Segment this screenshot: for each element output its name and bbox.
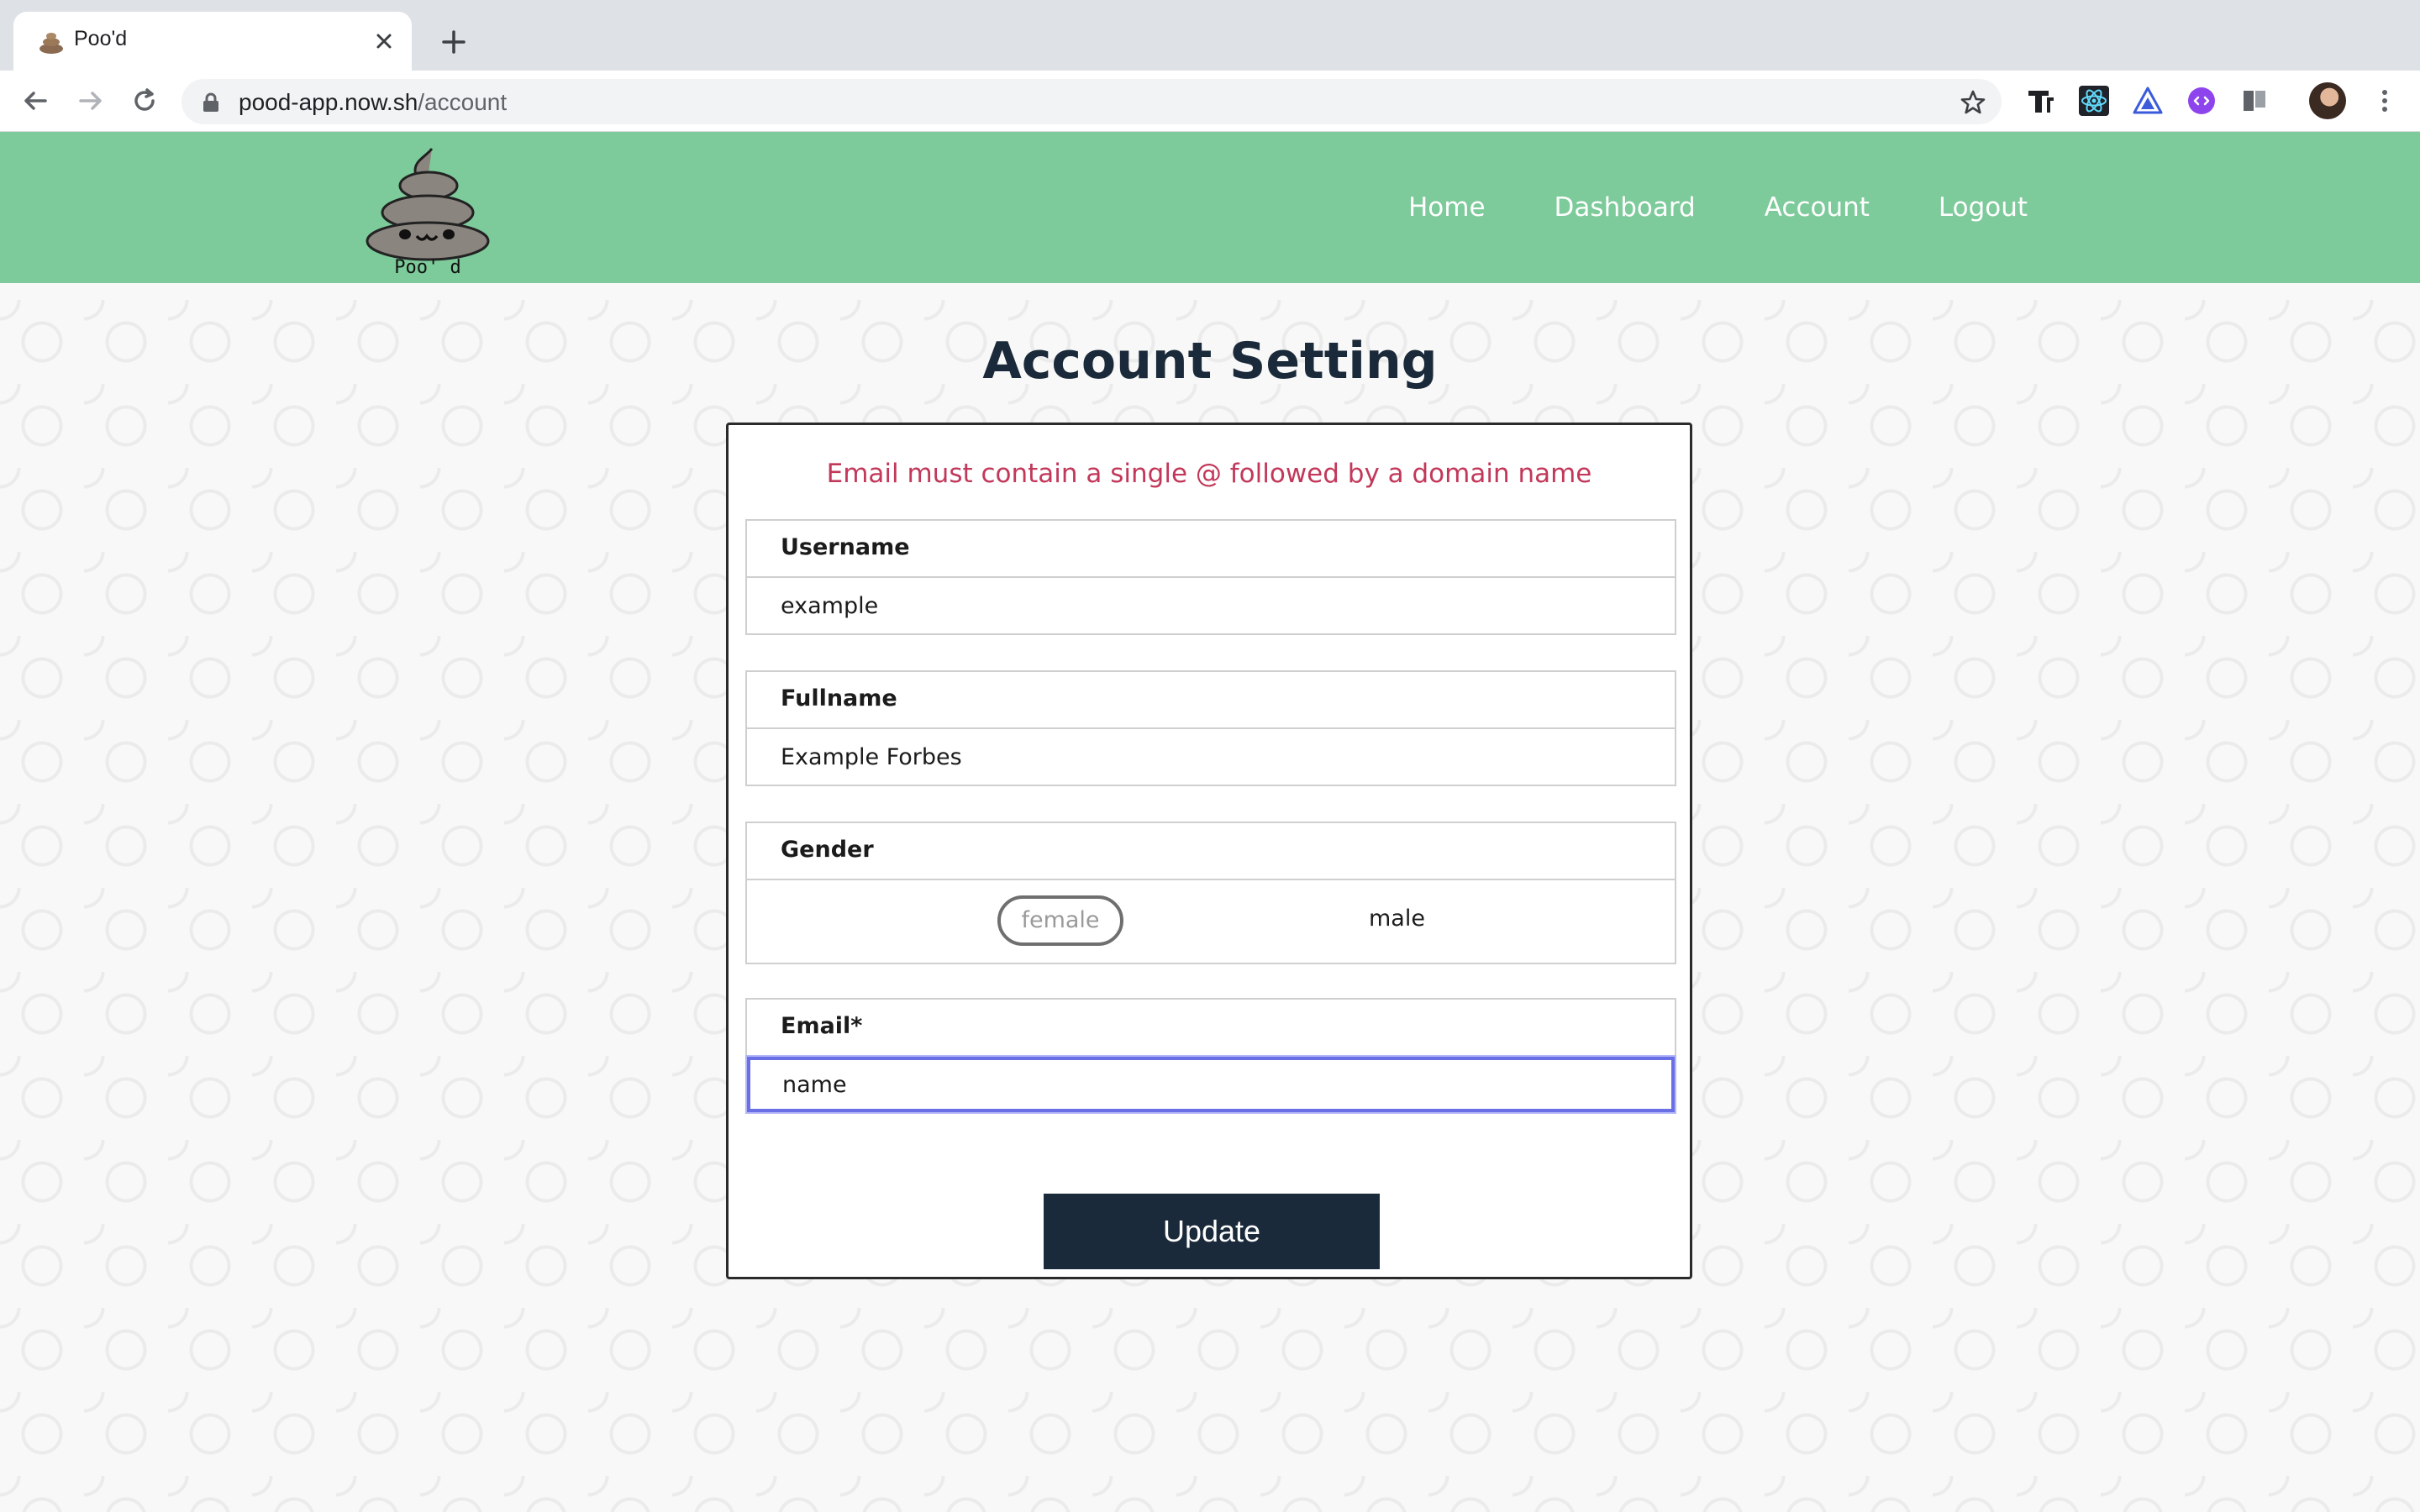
fullname-input[interactable] xyxy=(747,729,1675,785)
username-field-group: Username xyxy=(745,519,1676,635)
gender-options: female male xyxy=(747,880,1675,963)
account-settings-form: Email must contain a single @ followed b… xyxy=(726,423,1692,1279)
profile-avatar[interactable] xyxy=(2309,82,2346,119)
address-bar[interactable]: pood-app.now.sh/account xyxy=(182,79,2002,124)
browser-tab-strip: Poo'd xyxy=(0,0,2420,71)
fullname-label: Fullname xyxy=(747,672,1675,729)
update-button[interactable]: Update xyxy=(1044,1194,1380,1269)
browser-tab[interactable]: Poo'd xyxy=(13,12,412,71)
purple-extension-icon[interactable] xyxy=(2185,84,2218,118)
url-text: pood-app.now.sh/account xyxy=(239,89,507,116)
gender-label: Gender xyxy=(747,823,1675,880)
url-host: pood-app.now.sh xyxy=(239,89,418,115)
fullname-field-group: Fullname xyxy=(745,670,1676,786)
back-arrow-icon[interactable] xyxy=(20,86,50,116)
logo-text: Poo' d xyxy=(394,257,460,276)
panel-extension-icon[interactable] xyxy=(2238,84,2272,118)
nav-account[interactable]: Account xyxy=(1765,192,1870,223)
username-label: Username xyxy=(747,521,1675,578)
reload-icon[interactable] xyxy=(129,86,160,116)
text-extension-icon[interactable] xyxy=(2023,84,2057,118)
email-label: Email* xyxy=(747,1000,1675,1057)
gender-option-female[interactable]: female xyxy=(997,895,1123,946)
react-devtools-icon[interactable] xyxy=(2077,84,2111,118)
nav-home[interactable]: Home xyxy=(1408,192,1486,223)
poop-logo-icon[interactable]: Poo' d xyxy=(365,142,491,276)
browser-toolbar: pood-app.now.sh/account xyxy=(0,71,2420,132)
email-input[interactable] xyxy=(747,1057,1675,1112)
gender-option-male[interactable]: male xyxy=(1369,906,1425,932)
forward-arrow-icon[interactable] xyxy=(76,86,106,116)
email-error-message: Email must contain a single @ followed b… xyxy=(826,459,1592,489)
main-nav: Home Dashboard Account Logout xyxy=(1408,132,2028,283)
menu-kebab-icon[interactable] xyxy=(2370,86,2400,116)
close-tab-icon[interactable] xyxy=(371,29,397,54)
url-path: /account xyxy=(418,89,508,115)
nav-logout[interactable]: Logout xyxy=(1939,192,2028,223)
gender-field-group: Gender female male xyxy=(745,822,1676,964)
page-title: Account Setting xyxy=(982,332,1438,391)
lock-icon xyxy=(203,92,218,112)
nav-dashboard[interactable]: Dashboard xyxy=(1555,192,1696,223)
poop-favicon-icon xyxy=(39,33,63,54)
email-field-group: Email* xyxy=(745,998,1676,1114)
username-input[interactable] xyxy=(747,578,1675,633)
triangle-extension-icon[interactable] xyxy=(2131,84,2165,118)
bookmark-star-icon[interactable] xyxy=(1960,89,1986,116)
page-body: Poo' d Home Dashboard Account Logout Acc… xyxy=(0,132,2420,1512)
new-tab-icon[interactable] xyxy=(439,27,469,57)
tab-title: Poo'd xyxy=(74,27,128,50)
site-header: Poo' d Home Dashboard Account Logout xyxy=(0,132,2420,283)
